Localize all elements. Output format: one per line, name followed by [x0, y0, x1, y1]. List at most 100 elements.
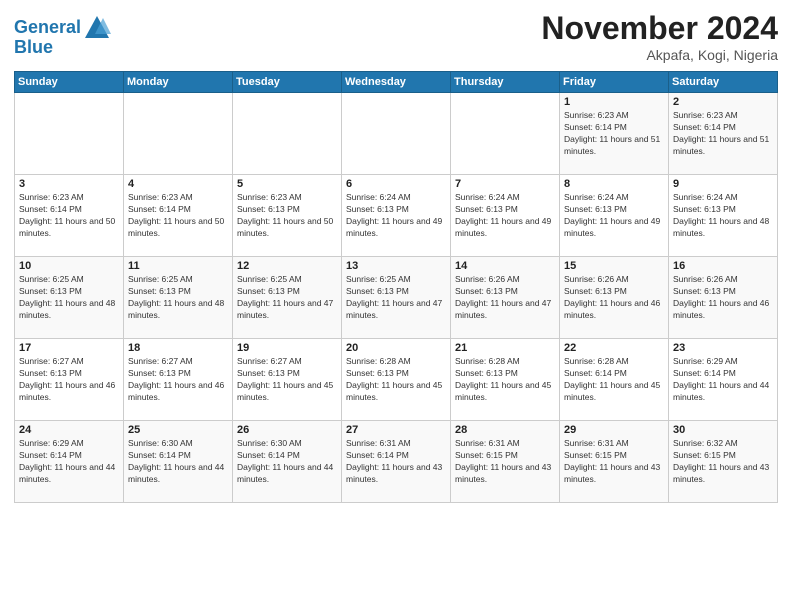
day-info: Sunrise: 6:28 AM Sunset: 6:13 PM Dayligh… — [455, 356, 555, 404]
day-number: 10 — [19, 260, 119, 272]
day-info: Sunrise: 6:31 AM Sunset: 6:14 PM Dayligh… — [346, 438, 446, 486]
day-cell: 17 Sunrise: 6:27 AM Sunset: 6:13 PM Dayli… — [15, 339, 124, 421]
day-cell: 28 Sunrise: 6:31 AM Sunset: 6:15 PM Dayli… — [451, 421, 560, 503]
day-number: 6 — [346, 178, 446, 190]
day-cell: 15 Sunrise: 6:26 AM Sunset: 6:13 PM Dayli… — [560, 257, 669, 339]
day-number: 30 — [673, 424, 773, 436]
day-cell: 30Sunrise: 6:32 AM Sunset: 6:15 PM Dayli… — [669, 421, 778, 503]
col-friday: Friday — [560, 72, 669, 93]
location: Akpafa, Kogi, Nigeria — [541, 47, 778, 63]
week-row-5: 24Sunrise: 6:29 AM Sunset: 6:14 PM Dayli… — [15, 421, 778, 503]
day-cell: 13 Sunrise: 6:25 AM Sunset: 6:13 PM Dayli… — [342, 257, 451, 339]
day-cell: 4 Sunrise: 6:23 AM Sunset: 6:14 PM Daylig… — [124, 175, 233, 257]
day-info: Sunrise: 6:24 AM Sunset: 6:13 PM Dayligh… — [455, 192, 555, 240]
day-info: Sunrise: 6:23 AM Sunset: 6:14 PM Dayligh… — [19, 192, 119, 240]
day-cell: 14 Sunrise: 6:26 AM Sunset: 6:13 PM Dayli… — [451, 257, 560, 339]
day-cell: 18 Sunrise: 6:27 AM Sunset: 6:13 PM Dayli… — [124, 339, 233, 421]
day-number: 29 — [564, 424, 664, 436]
day-number: 22 — [564, 342, 664, 354]
day-info: Sunrise: 6:23 AM Sunset: 6:14 PM Dayligh… — [128, 192, 228, 240]
col-thursday: Thursday — [451, 72, 560, 93]
day-number: 27 — [346, 424, 446, 436]
day-number: 26 — [237, 424, 337, 436]
day-number: 5 — [237, 178, 337, 190]
day-info: Sunrise: 6:23 AM Sunset: 6:13 PM Dayligh… — [237, 192, 337, 240]
day-cell: 11 Sunrise: 6:25 AM Sunset: 6:13 PM Dayli… — [124, 257, 233, 339]
day-info: Sunrise: 6:26 AM Sunset: 6:13 PM Dayligh… — [455, 274, 555, 322]
day-number: 13 — [346, 260, 446, 272]
day-info: Sunrise: 6:30 AM Sunset: 6:14 PM Dayligh… — [128, 438, 228, 486]
day-info: Sunrise: 6:23 AM Sunset: 6:14 PM Dayligh… — [564, 110, 664, 158]
day-number: 18 — [128, 342, 228, 354]
day-cell — [451, 93, 560, 175]
day-cell: 3Sunrise: 6:23 AM Sunset: 6:14 PM Daylig… — [15, 175, 124, 257]
day-info: Sunrise: 6:31 AM Sunset: 6:15 PM Dayligh… — [455, 438, 555, 486]
day-info: Sunrise: 6:27 AM Sunset: 6:13 PM Dayligh… — [19, 356, 119, 404]
day-cell — [124, 93, 233, 175]
calendar-table: Sunday Monday Tuesday Wednesday Thursday… — [14, 71, 778, 503]
day-info: Sunrise: 6:24 AM Sunset: 6:13 PM Dayligh… — [564, 192, 664, 240]
day-number: 24 — [19, 424, 119, 436]
week-row-4: 17 Sunrise: 6:27 AM Sunset: 6:13 PM Dayli… — [15, 339, 778, 421]
day-number: 7 — [455, 178, 555, 190]
day-cell: 16 Sunrise: 6:26 AM Sunset: 6:13 PM Dayli… — [669, 257, 778, 339]
day-number: 15 — [564, 260, 664, 272]
day-info: Sunrise: 6:26 AM Sunset: 6:13 PM Dayligh… — [564, 274, 664, 322]
logo-text: General — [14, 18, 81, 38]
day-cell: 1Sunrise: 6:23 AM Sunset: 6:14 PM Daylig… — [560, 93, 669, 175]
day-cell: 7 Sunrise: 6:24 AM Sunset: 6:13 PM Daylig… — [451, 175, 560, 257]
day-info: Sunrise: 6:25 AM Sunset: 6:13 PM Dayligh… — [346, 274, 446, 322]
day-cell: 24Sunrise: 6:29 AM Sunset: 6:14 PM Dayli… — [15, 421, 124, 503]
day-cell: 6 Sunrise: 6:24 AM Sunset: 6:13 PM Daylig… — [342, 175, 451, 257]
day-cell — [342, 93, 451, 175]
day-cell: 19Sunrise: 6:27 AM Sunset: 6:13 PM Dayli… — [233, 339, 342, 421]
day-cell: 21 Sunrise: 6:28 AM Sunset: 6:13 PM Dayli… — [451, 339, 560, 421]
day-info: Sunrise: 6:23 AM Sunset: 6:14 PM Dayligh… — [673, 110, 773, 158]
day-number: 4 — [128, 178, 228, 190]
day-cell — [233, 93, 342, 175]
day-info: Sunrise: 6:25 AM Sunset: 6:13 PM Dayligh… — [237, 274, 337, 322]
day-info: Sunrise: 6:24 AM Sunset: 6:13 PM Dayligh… — [673, 192, 773, 240]
day-number: 12 — [237, 260, 337, 272]
logo-blue: Blue — [14, 38, 53, 58]
day-cell: 20 Sunrise: 6:28 AM Sunset: 6:13 PM Dayli… — [342, 339, 451, 421]
day-number: 25 — [128, 424, 228, 436]
day-cell: 29 Sunrise: 6:31 AM Sunset: 6:15 PM Dayli… — [560, 421, 669, 503]
calendar-page: General Blue November 2024 Akpafa, Kogi,… — [0, 0, 792, 612]
day-cell — [15, 93, 124, 175]
day-number: 2 — [673, 96, 773, 108]
day-cell: 12 Sunrise: 6:25 AM Sunset: 6:13 PM Dayli… — [233, 257, 342, 339]
day-cell: 23Sunrise: 6:29 AM Sunset: 6:14 PM Dayli… — [669, 339, 778, 421]
day-info: Sunrise: 6:26 AM Sunset: 6:13 PM Dayligh… — [673, 274, 773, 322]
day-cell: 9 Sunrise: 6:24 AM Sunset: 6:13 PM Daylig… — [669, 175, 778, 257]
day-cell: 22 Sunrise: 6:28 AM Sunset: 6:14 PM Dayli… — [560, 339, 669, 421]
day-info: Sunrise: 6:31 AM Sunset: 6:15 PM Dayligh… — [564, 438, 664, 486]
logo-icon — [83, 14, 111, 42]
day-info: Sunrise: 6:30 AM Sunset: 6:14 PM Dayligh… — [237, 438, 337, 486]
day-number: 9 — [673, 178, 773, 190]
day-cell: 5 Sunrise: 6:23 AM Sunset: 6:13 PM Daylig… — [233, 175, 342, 257]
day-number: 21 — [455, 342, 555, 354]
day-cell: 10 Sunrise: 6:25 AM Sunset: 6:13 PM Dayli… — [15, 257, 124, 339]
day-info: Sunrise: 6:27 AM Sunset: 6:13 PM Dayligh… — [128, 356, 228, 404]
col-tuesday: Tuesday — [233, 72, 342, 93]
day-number: 16 — [673, 260, 773, 272]
col-saturday: Saturday — [669, 72, 778, 93]
day-info: Sunrise: 6:28 AM Sunset: 6:14 PM Dayligh… — [564, 356, 664, 404]
day-info: Sunrise: 6:29 AM Sunset: 6:14 PM Dayligh… — [673, 356, 773, 404]
col-monday: Monday — [124, 72, 233, 93]
day-number: 11 — [128, 260, 228, 272]
day-number: 17 — [19, 342, 119, 354]
day-number: 20 — [346, 342, 446, 354]
day-number: 19 — [237, 342, 337, 354]
day-info: Sunrise: 6:25 AM Sunset: 6:13 PM Dayligh… — [19, 274, 119, 322]
day-info: Sunrise: 6:25 AM Sunset: 6:13 PM Dayligh… — [128, 274, 228, 322]
day-info: Sunrise: 6:24 AM Sunset: 6:13 PM Dayligh… — [346, 192, 446, 240]
day-number: 14 — [455, 260, 555, 272]
col-wednesday: Wednesday — [342, 72, 451, 93]
day-info: Sunrise: 6:28 AM Sunset: 6:13 PM Dayligh… — [346, 356, 446, 404]
header: General Blue November 2024 Akpafa, Kogi,… — [14, 10, 778, 63]
header-row: Sunday Monday Tuesday Wednesday Thursday… — [15, 72, 778, 93]
day-number: 28 — [455, 424, 555, 436]
logo: General Blue — [14, 14, 111, 58]
